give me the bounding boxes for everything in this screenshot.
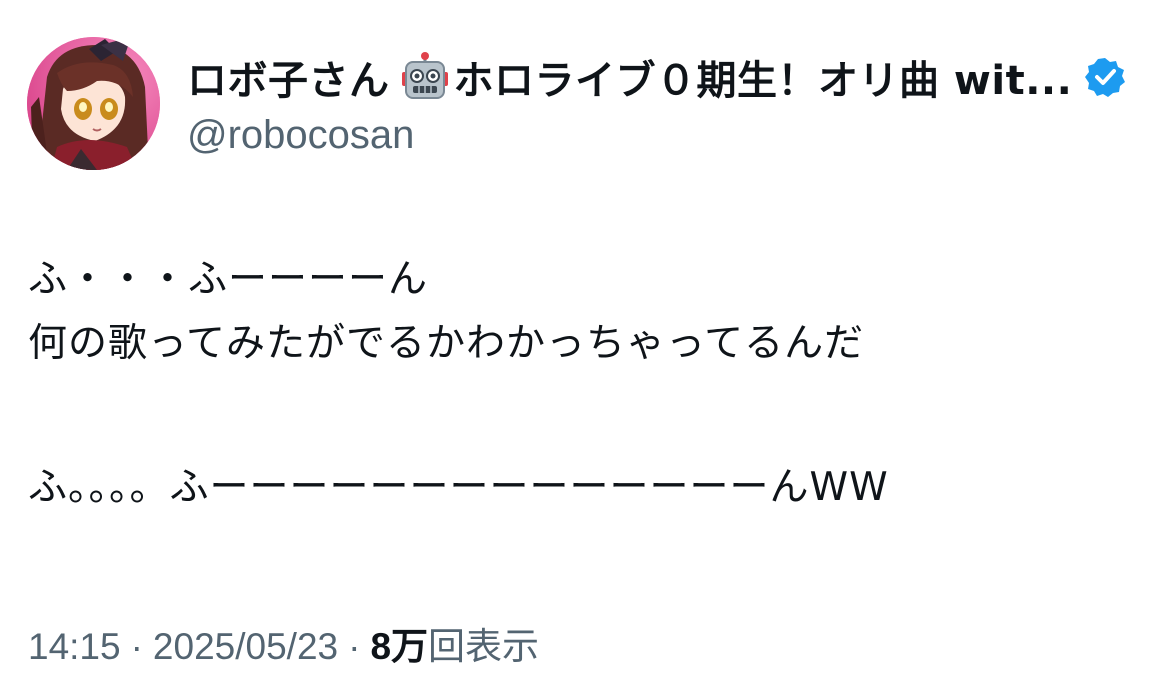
robot-face-icon <box>400 52 450 102</box>
author-name-suffix[interactable]: ホロライブ０期生！オリ曲 wit... <box>454 48 1073 106</box>
avatar[interactable] <box>27 37 160 170</box>
views-label[interactable]: 回表示 <box>428 625 539 668</box>
tweet-meta: 14:15 · 2025/05/23 · 8万回表示 <box>28 616 539 670</box>
meta-separator: · <box>348 626 361 667</box>
views-count[interactable]: 8万 <box>370 626 428 667</box>
author-display-name[interactable]: ロボ子さん <box>187 48 390 106</box>
tweet-text: ふ・・・ふーーーーん 何の歌ってみたがでるかわかっちゃってるんだ ふ。。。。ふー… <box>28 248 1138 520</box>
author-handle[interactable]: @robocosan <box>187 113 1147 158</box>
verified-badge-icon[interactable] <box>1084 56 1126 98</box>
tweet-date[interactable]: 2025/05/23 <box>153 626 338 667</box>
avatar-image <box>27 37 160 170</box>
tweet-line-1: ふ・・・ふーーーーん <box>28 257 429 302</box>
tweet-time[interactable]: 14:15 <box>28 626 121 667</box>
author-info[interactable]: ロボ子さん ホロライブ０期生！オリ曲 wit... @robocosan <box>187 47 1147 158</box>
tweet-line-2: 何の歌ってみたがでるかわかっちゃってるんだ <box>28 321 865 366</box>
tweet-line-4: ふ。。。。ふーーーーーーーーーーーーーーんWW <box>28 465 889 510</box>
tweet-header: ロボ子さん ホロライブ０期生！オリ曲 wit... @robocosan <box>27 37 1147 173</box>
meta-separator: · <box>130 626 143 667</box>
author-name-row[interactable]: ロボ子さん ホロライブ０期生！オリ曲 wit... <box>187 47 1147 107</box>
